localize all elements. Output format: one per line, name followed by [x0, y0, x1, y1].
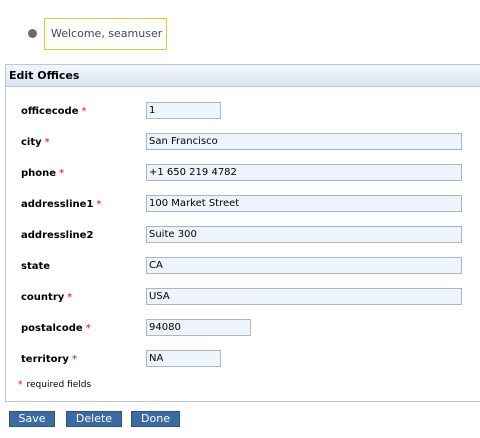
- done-button[interactable]: Done: [131, 411, 180, 427]
- postalcode-input[interactable]: 94080: [146, 319, 251, 336]
- addressline1-label: addressline1 *: [21, 199, 102, 210]
- form-row-officecode: officecode * 1: [6, 102, 480, 120]
- required-marker: *: [59, 168, 65, 179]
- form-row-state: state CA: [6, 257, 480, 275]
- required-marker: *: [18, 380, 23, 390]
- city-label: city *: [21, 137, 50, 148]
- required-marker: *: [71, 354, 77, 365]
- territory-input[interactable]: NA: [146, 350, 221, 367]
- state-input[interactable]: CA: [146, 257, 462, 274]
- required-marker: *: [67, 292, 73, 303]
- required-marker: *: [44, 137, 50, 148]
- addressline2-input[interactable]: Suite 300: [146, 226, 462, 243]
- form-row-phone: phone * +1 650 219 4782: [6, 164, 480, 182]
- edit-offices-panel: Edit Offices officecode * 1 city * San Fra…: [5, 64, 480, 402]
- officecode-input[interactable]: 1: [146, 102, 221, 119]
- postalcode-label: postalcode *: [21, 323, 91, 334]
- required-fields-note: * required fields: [18, 380, 91, 390]
- required-marker: *: [96, 199, 102, 210]
- required-fields-text: required fields: [26, 380, 92, 390]
- phone-input[interactable]: +1 650 219 4782: [146, 164, 462, 181]
- addressline1-input[interactable]: 100 Market Street: [146, 195, 462, 212]
- panel-title: Edit Offices: [6, 65, 480, 87]
- save-button[interactable]: Save: [9, 411, 55, 427]
- required-marker: *: [85, 323, 91, 334]
- city-input[interactable]: San Francisco: [146, 133, 462, 150]
- required-marker: *: [81, 106, 87, 117]
- delete-button[interactable]: Delete: [66, 411, 122, 427]
- country-label: country *: [21, 292, 73, 303]
- addressline2-label: addressline2: [21, 230, 94, 241]
- form-row-country: country * USA: [6, 288, 480, 306]
- state-label: state: [21, 261, 51, 272]
- phone-label: phone *: [21, 168, 65, 179]
- form-row-city: city * San Francisco: [6, 133, 480, 151]
- territory-label: territory *: [21, 354, 77, 365]
- form-row-postalcode: postalcode * 94080: [6, 319, 480, 337]
- welcome-message: Welcome, seamuser: [44, 18, 167, 50]
- welcome-area: Welcome, seamuser: [0, 0, 480, 62]
- officecode-label: officecode *: [21, 106, 87, 117]
- form-row-addressline1: addressline1 * 100 Market Street: [6, 195, 480, 213]
- country-input[interactable]: USA: [146, 288, 462, 305]
- form-row-territory: territory * NA: [6, 350, 480, 368]
- form-row-addressline2: addressline2 Suite 300: [6, 226, 480, 244]
- bullet-icon: [28, 29, 37, 38]
